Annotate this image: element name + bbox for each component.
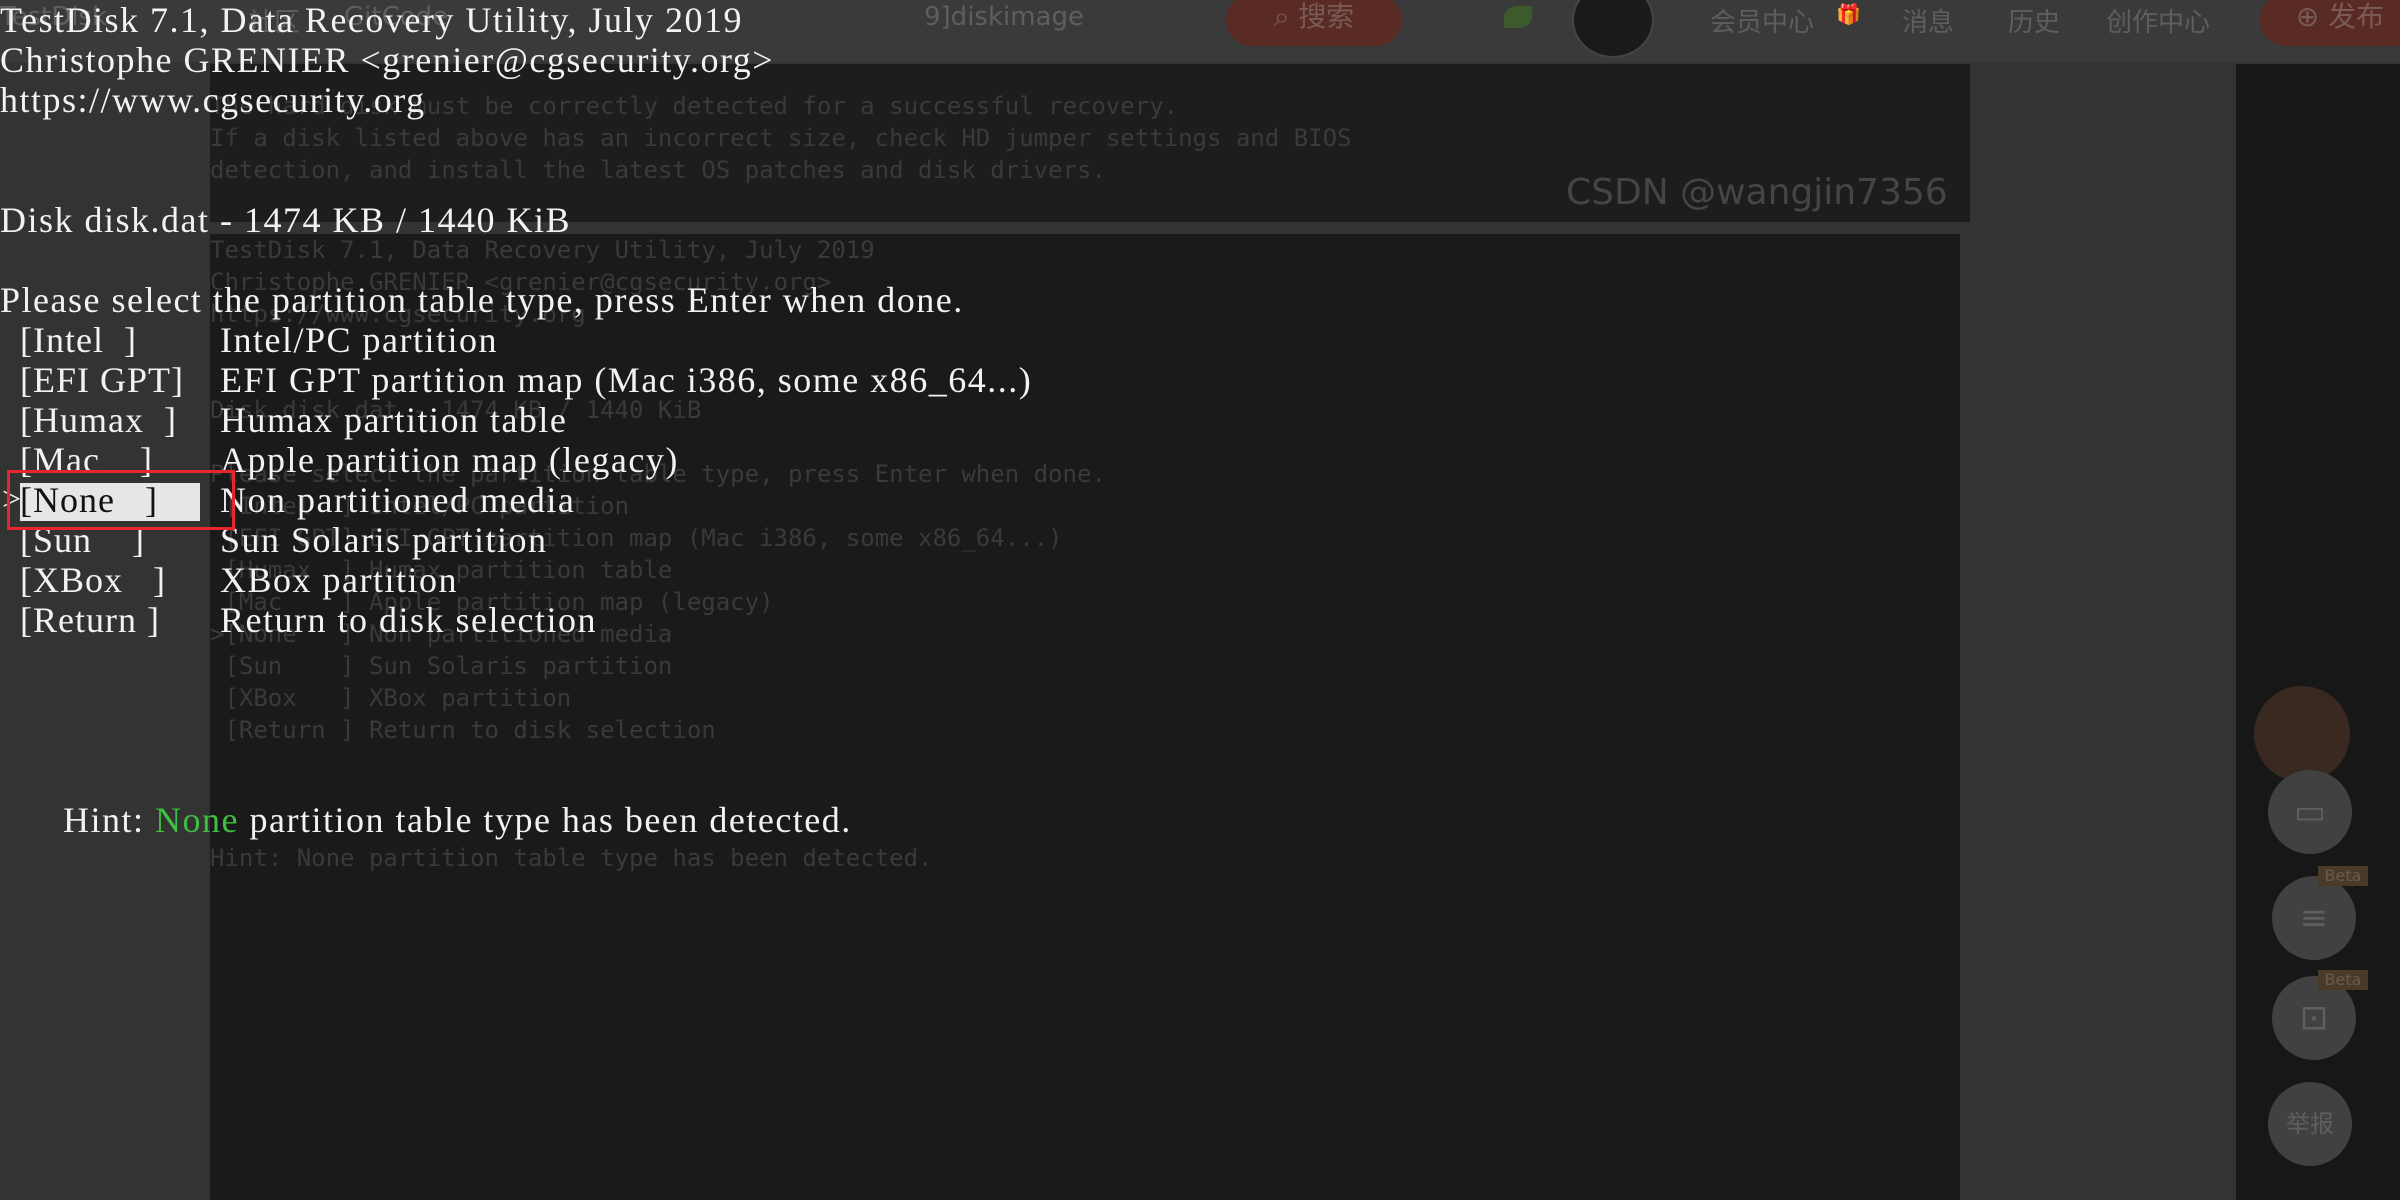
hint-prefix: Hint: <box>63 800 156 840</box>
beta-badge: Beta <box>2318 970 2368 990</box>
menu-desc: Sun Solaris partition <box>220 520 548 560</box>
report-button[interactable]: 举报 <box>2268 1082 2352 1166</box>
menu-desc: EFI GPT partition map (Mac i386, some x8… <box>220 360 1033 400</box>
beta-badge: Beta <box>2318 866 2368 886</box>
nav-messages[interactable]: 消息 <box>1902 2 1954 39</box>
screen: TestDisk 社区 GitCode 9]diskimage ⌕ 搜索 会员中… <box>0 0 2400 1200</box>
menu-desc: Intel/PC partition <box>220 320 498 360</box>
menu-desc: Return to disk selection <box>220 600 597 640</box>
hint-suffix: partition table type has been detected. <box>239 800 852 840</box>
hint-line: Hint: None partition table type has been… <box>0 760 852 880</box>
leaf-icon[interactable] <box>1504 6 1532 28</box>
watermark: CSDN @wangjin7356 <box>1566 172 1948 213</box>
menu-key[interactable]: [Intel ] <box>20 320 137 360</box>
header-author: Christophe GRENIER <grenier@cgsecurity.o… <box>0 40 775 80</box>
publish-label: 发布 <box>2328 0 2385 33</box>
avatar[interactable] <box>1572 0 1654 58</box>
testdisk-terminal: TestDisk 7.1, Data Recovery Utility, Jul… <box>0 0 1300 840</box>
chart-icon[interactable]: ▭ <box>2268 770 2352 854</box>
document-icon[interactable]: ≡ <box>2272 876 2356 960</box>
disk-info: Disk disk.dat - 1474 KB / 1440 KiB <box>0 200 572 240</box>
hint-value: None <box>155 800 239 840</box>
header-url: https://www.cgsecurity.org <box>0 80 426 120</box>
prompt-text: Please select the partition table type, … <box>0 280 964 320</box>
nav-creator-center[interactable]: 创作中心 <box>2106 2 2210 39</box>
report-label: 举报 <box>2286 1110 2334 1138</box>
menu-desc: Humax partition table <box>220 400 568 440</box>
mascot-icon[interactable] <box>2254 686 2350 782</box>
menu-desc: Apple partition map (legacy) <box>220 440 679 480</box>
header-title: TestDisk 7.1, Data Recovery Utility, Jul… <box>0 0 744 40</box>
gift-icon: 🎁 <box>1836 2 1861 26</box>
search-label: 搜索 <box>1298 0 1355 33</box>
menu-key[interactable]: [EFI GPT] <box>20 360 184 400</box>
menu-desc: Non partitioned media <box>220 480 576 520</box>
publish-button[interactable]: ⊕ 发布 <box>2260 0 2400 46</box>
menu-key[interactable]: [Humax ] <box>20 400 177 440</box>
annotation-highlight-box <box>7 470 235 530</box>
menu-desc: XBox partition <box>220 560 458 600</box>
menu-key[interactable]: [Return ] <box>20 600 160 640</box>
nav-vip-center[interactable]: 会员中心 <box>1710 2 1814 39</box>
nav-history[interactable]: 历史 <box>2008 2 2060 39</box>
plus-icon: ⊕ <box>2295 0 2320 33</box>
menu-key[interactable]: [XBox ] <box>20 560 166 600</box>
